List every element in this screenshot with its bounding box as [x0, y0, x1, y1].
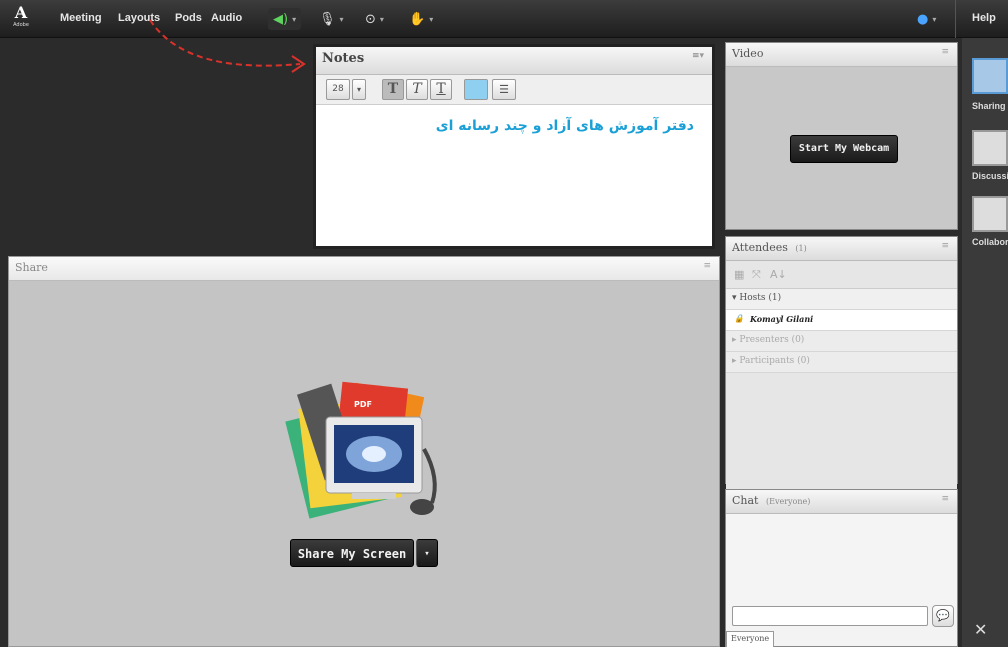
- notes-toolbar: 28 ▾ T T T ☰: [316, 75, 712, 105]
- send-message-icon[interactable]: 💬: [932, 605, 954, 627]
- logo-letter: A: [14, 3, 28, 22]
- notes-title: Notes: [322, 51, 365, 66]
- group-presenters-label: Presenters (0): [739, 335, 805, 345]
- share-pod: Share ≡ PDF Share My Screen ▾: [8, 256, 720, 647]
- chat-title: Chat: [732, 494, 759, 507]
- video-title-bar: Video ≡: [726, 43, 957, 67]
- text-color-button[interactable]: [464, 79, 488, 100]
- share-media-illustration: PDF: [285, 381, 437, 519]
- group-hosts-label: Hosts (1): [739, 293, 782, 303]
- layout-collaboration-label: Collabor: [972, 237, 1008, 247]
- chevron-right-icon: ▸: [732, 356, 737, 366]
- chevron-down-icon: ▾: [292, 14, 297, 24]
- pod-options-icon[interactable]: ≡▾: [692, 51, 704, 61]
- chevron-down-icon: ▾: [424, 549, 430, 559]
- chat-title-bar: Chat (Everyone) ≡: [726, 490, 957, 514]
- chat-input[interactable]: [732, 606, 928, 626]
- attendees-pod: Attendees (1) ≡ ▦ ⤧ A↓ ▾ Hosts (1) 🔒 Kom…: [725, 236, 958, 491]
- chevron-down-icon: ▾: [932, 14, 937, 24]
- attendees-title: Attendees: [732, 241, 788, 254]
- attendees-toolbar: ▦ ⤧ A↓: [726, 261, 957, 289]
- layout-discussion-thumb[interactable]: [972, 130, 1008, 166]
- pod-options-icon[interactable]: ≡: [703, 261, 711, 271]
- underline-button[interactable]: T: [430, 79, 452, 100]
- attendee-row[interactable]: 🔒 Komayl Gilani: [726, 310, 957, 331]
- menu-audio[interactable]: Audio: [211, 12, 242, 24]
- chat-scope: (Everyone): [765, 497, 811, 506]
- speaker-icon: ◀): [273, 11, 289, 27]
- pod-options-icon[interactable]: ≡: [941, 241, 949, 251]
- attendees-empty-area: [726, 373, 957, 491]
- bold-button[interactable]: T: [382, 79, 404, 100]
- share-screen-label[interactable]: Share My Screen: [290, 539, 414, 567]
- share-my-screen-button[interactable]: Share My Screen ▾: [290, 539, 440, 569]
- menu-bar: A Adobe Meeting Layouts Pods Audio ◀) ▾ 🎙…: [0, 0, 1008, 38]
- chevron-down-icon: ▾: [339, 14, 344, 24]
- microphone-icon: 🎙: [319, 11, 336, 27]
- notes-title-bar: Notes ≡▾: [316, 47, 712, 75]
- chevron-right-icon: ▸: [732, 335, 737, 345]
- share-title-bar: Share ≡: [9, 257, 719, 281]
- attendee-name: Komayl Gilani: [750, 314, 814, 324]
- attendees-title-bar: Attendees (1) ≡: [726, 237, 957, 261]
- font-size-dropdown[interactable]: ▾: [352, 79, 366, 100]
- font-size-select[interactable]: 28: [326, 79, 350, 100]
- menu-pods[interactable]: Pods: [175, 12, 202, 24]
- layouts-panel: Sharing Discussion Collabor ✕: [962, 38, 1008, 647]
- layout-discussion-label: Discussion: [972, 171, 1008, 181]
- sort-icon[interactable]: A↓: [770, 268, 787, 281]
- raise-hand-icon: ✋: [409, 11, 426, 27]
- group-hosts[interactable]: ▾ Hosts (1): [726, 289, 957, 310]
- chevron-down-icon: ▾: [732, 293, 737, 303]
- notes-content: دفتر آموزش های آزاد و چند رسانه ای: [435, 118, 694, 134]
- pod-options-icon[interactable]: ≡: [941, 494, 949, 504]
- menu-layouts[interactable]: Layouts: [118, 12, 160, 24]
- layout-collaboration-thumb[interactable]: [972, 196, 1008, 232]
- expand-icon[interactable]: ⤧: [752, 268, 761, 282]
- notes-pod: Notes ≡▾ 28 ▾ T T T ☰ دفتر آموزش های آزا…: [313, 44, 715, 249]
- bullet-list-icon[interactable]: ☰: [492, 79, 516, 100]
- status-button[interactable]: ● ▾: [912, 8, 941, 30]
- menu-separator: [955, 0, 956, 38]
- share-options-dropdown[interactable]: ▾: [416, 539, 438, 567]
- svg-text:PDF: PDF: [354, 400, 372, 409]
- speaker-button[interactable]: ◀) ▾: [268, 8, 302, 30]
- group-participants-label: Participants (0): [739, 356, 810, 366]
- layout-sharing-label: Sharing: [972, 101, 1006, 111]
- webcam-button[interactable]: ⊙ ▾: [360, 8, 389, 30]
- pod-options-icon[interactable]: ≡: [941, 47, 949, 57]
- notes-editor[interactable]: دفتر آموزش های آزاد و چند رسانه ای: [316, 106, 712, 246]
- start-webcam-button[interactable]: Start My Webcam: [790, 135, 898, 163]
- webcam-icon: ⊙: [365, 11, 376, 27]
- attendees-count: (1): [795, 244, 807, 253]
- monitor-icon: [325, 416, 423, 499]
- view-list-icon[interactable]: ▦: [734, 268, 744, 281]
- adobe-logo: A Adobe: [10, 4, 32, 32]
- layout-sharing-thumb[interactable]: [972, 58, 1008, 94]
- microphone-button[interactable]: 🎙 ▾: [314, 8, 349, 30]
- logo-caption: Adobe: [13, 22, 29, 28]
- video-title: Video: [732, 47, 764, 60]
- close-icon[interactable]: ✕: [974, 620, 987, 639]
- chevron-down-icon: ▾: [356, 85, 361, 94]
- menu-meeting[interactable]: Meeting: [60, 12, 102, 24]
- share-title: Share: [15, 261, 48, 274]
- chevron-down-icon: ▾: [429, 14, 434, 24]
- italic-button[interactable]: T: [406, 79, 428, 100]
- menu-help[interactable]: Help: [972, 12, 996, 24]
- raise-hand-button[interactable]: ✋ ▾: [404, 8, 438, 30]
- group-presenters[interactable]: ▸ Presenters (0): [726, 331, 957, 352]
- chat-pod: Chat (Everyone) ≡ 💬 Everyone: [725, 489, 958, 647]
- video-pod: Video ≡ Start My Webcam: [725, 42, 958, 230]
- chevron-down-icon: ▾: [379, 14, 384, 24]
- group-participants[interactable]: ▸ Participants (0): [726, 352, 957, 373]
- status-icon: ●: [917, 11, 929, 27]
- chat-tab-everyone[interactable]: Everyone: [726, 631, 774, 647]
- host-badge-icon: 🔒: [734, 313, 744, 323]
